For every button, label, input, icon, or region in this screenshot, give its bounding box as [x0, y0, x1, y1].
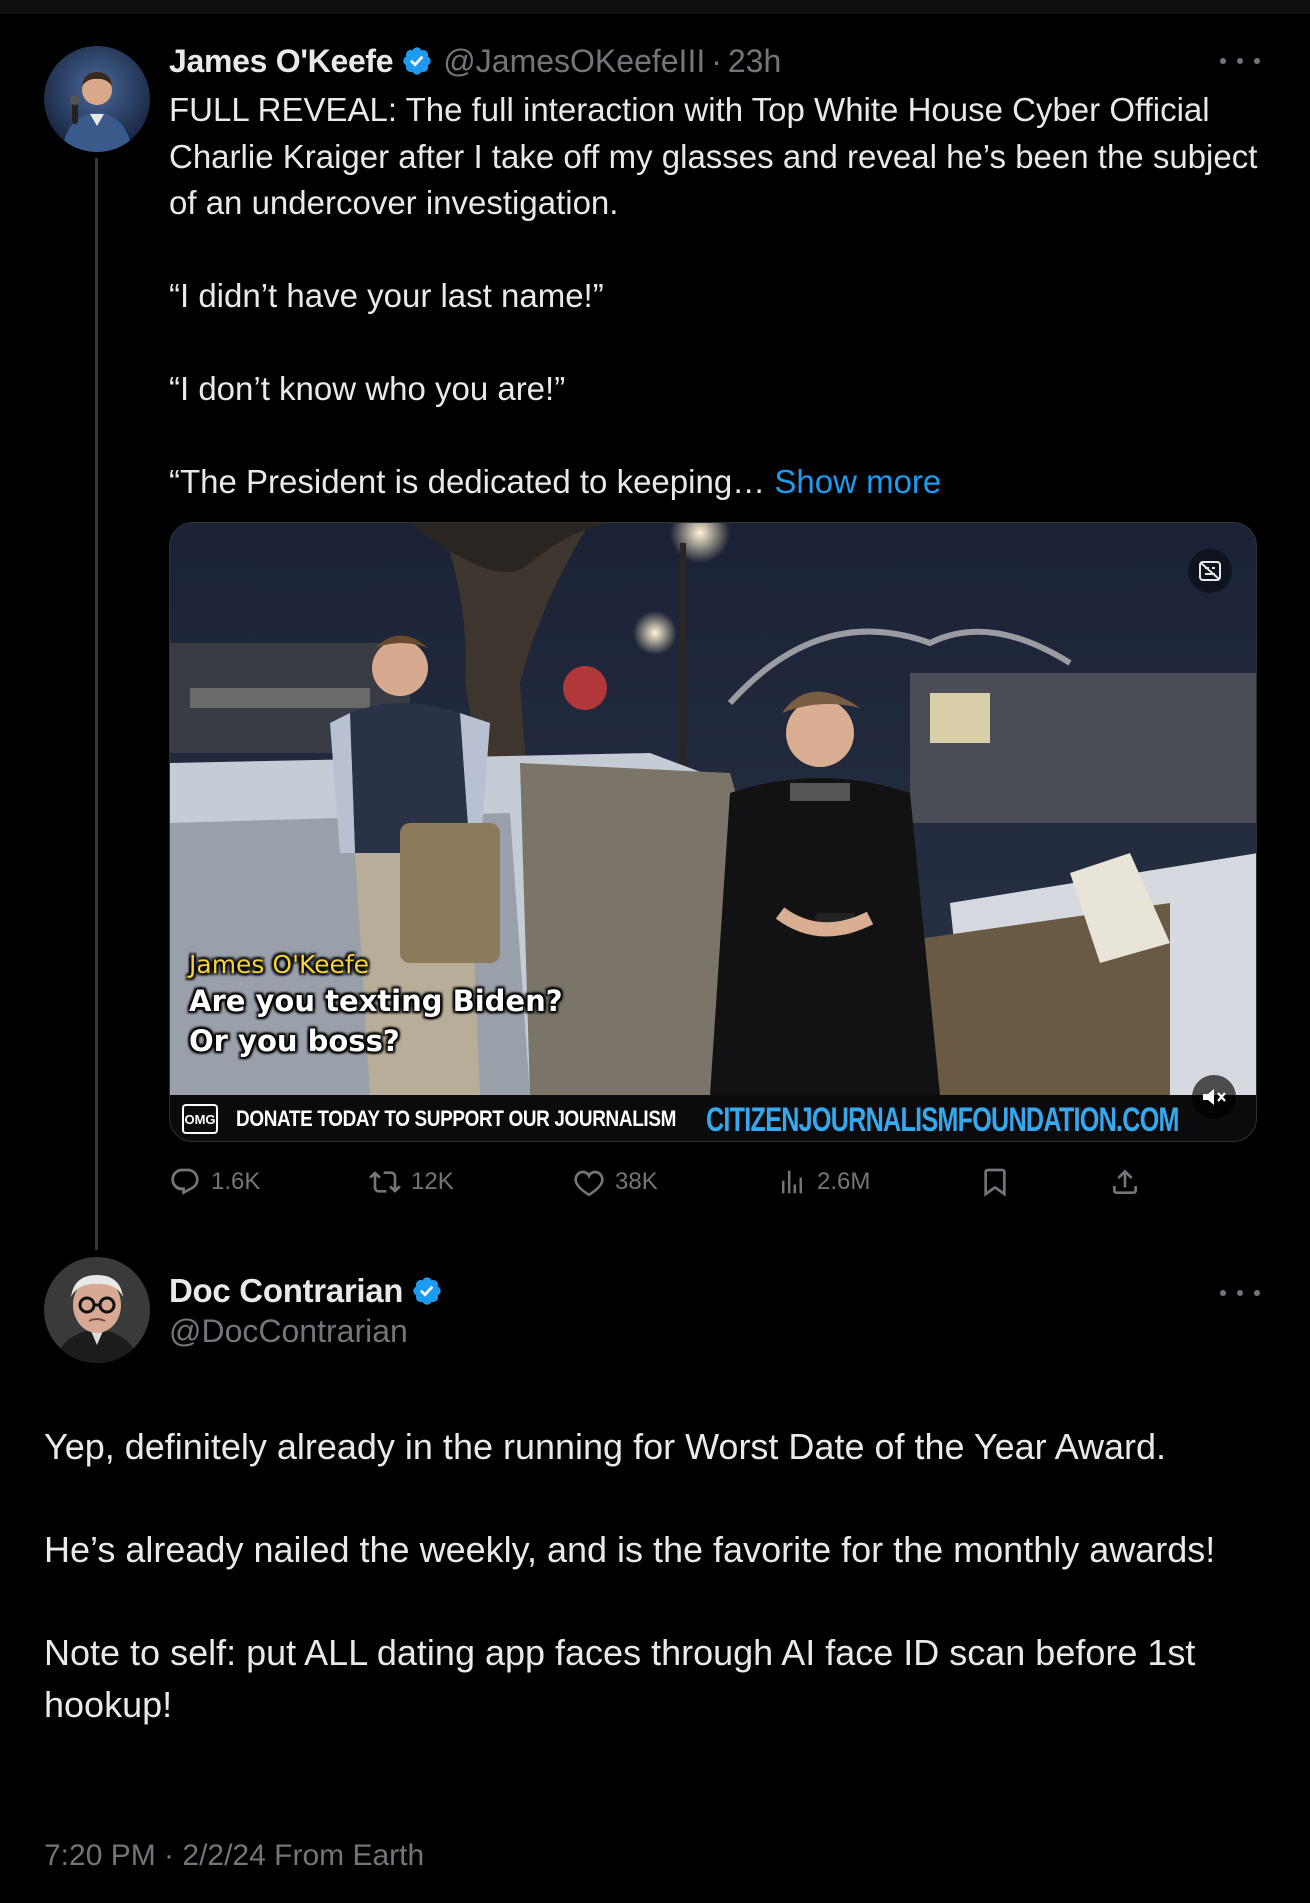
thread-connector-line	[95, 158, 98, 1250]
reply-button[interactable]: 1.6K	[169, 1162, 260, 1202]
page: James O'Keefe @JamesOKeefeIII · 23h FULL…	[0, 0, 1310, 1903]
avatar[interactable]	[44, 1257, 150, 1363]
verified-badge-icon	[411, 1275, 443, 1307]
tweet-text-paragraph: Yep, definitely already in the running f…	[44, 1426, 1167, 1467]
more-horizontal-icon[interactable]	[1220, 51, 1260, 71]
tweet-time[interactable]: 23h	[728, 43, 781, 80]
views-chart-icon	[777, 1166, 807, 1198]
tweet-text-paragraph: “I didn’t have your last name!”	[169, 277, 604, 314]
tweet-text-paragraph: “The President is dedicated to keeping… …	[169, 459, 1264, 506]
repost-icon	[369, 1166, 401, 1198]
video-banner: OMG DONATE TODAY TO SUPPORT OUR JOURNALI…	[170, 1095, 1256, 1141]
more-horizontal-icon[interactable]	[1220, 1283, 1260, 1303]
main-tweet-header: Doc Contrarian	[169, 1270, 443, 1312]
quoted-tweet-text: FULL REVEAL: The full interaction with T…	[169, 87, 1264, 506]
banner-donate-text: DONATE TODAY TO SUPPORT OUR JOURNALISM	[236, 1106, 677, 1131]
banner-site-text: CITIZENJOURNALISMFOUNDATION.COM	[706, 1101, 1180, 1139]
main-tweet-text: Yep, definitely already in the running f…	[44, 1421, 1274, 1730]
author-handle[interactable]: @DocContrarian	[169, 1313, 408, 1350]
avatar[interactable]	[44, 46, 150, 152]
quoted-tweet-header: James O'Keefe @JamesOKeefeIII · 23h	[169, 40, 781, 82]
verified-badge-icon	[401, 45, 433, 77]
tweet-text-paragraph: He’s already nailed the weekly, and is t…	[44, 1529, 1216, 1570]
tweet-text-paragraph: Note to self: put ALL dating app faces t…	[44, 1632, 1196, 1725]
reply-icon	[169, 1166, 201, 1198]
author-handle[interactable]: @JamesOKeefeIII	[443, 43, 705, 80]
repost-count: 12K	[411, 1168, 454, 1195]
caption-line: Or you boss?	[189, 1024, 400, 1058]
show-more-link[interactable]: Show more	[774, 463, 941, 500]
reply-count: 1.6K	[211, 1168, 261, 1195]
tweet-text-paragraph: FULL REVEAL: The full interaction with T…	[169, 91, 1258, 221]
mute-icon[interactable]	[1192, 1075, 1236, 1119]
author-name[interactable]: Doc Contrarian	[169, 1272, 403, 1310]
views-count: 2.6M	[817, 1168, 871, 1195]
banner-logo: OMG	[182, 1104, 218, 1134]
like-button[interactable]: 38K	[573, 1162, 658, 1202]
top-bar	[0, 0, 1310, 14]
bookmark-icon	[979, 1166, 1011, 1198]
tweet-timestamp[interactable]: 7:20 PM · 2/2/24 From Earth	[44, 1839, 424, 1873]
share-icon	[1109, 1166, 1141, 1198]
heart-icon	[573, 1166, 605, 1198]
author-name[interactable]: James O'Keefe	[169, 43, 394, 80]
bookmark-button[interactable]	[979, 1162, 1011, 1202]
caption-speaker: James O'Keefe	[189, 950, 370, 979]
video-player[interactable]: James O'Keefe Are you texting Biden? Or …	[169, 522, 1257, 1142]
separator-dot: ·	[711, 42, 722, 79]
tweet-text-paragraph: “I don’t know who you are!”	[169, 370, 566, 407]
like-count: 38K	[615, 1168, 658, 1195]
views-button[interactable]: 2.6M	[777, 1162, 870, 1202]
captions-icon[interactable]	[1188, 549, 1232, 593]
action-bar: 1.6K 12K 38K 2.6M	[169, 1162, 1169, 1202]
share-button[interactable]	[1109, 1162, 1141, 1202]
truncated-text: “The President is dedicated to keeping…	[169, 463, 766, 500]
repost-button[interactable]: 12K	[369, 1162, 454, 1202]
caption-line: Are you texting Biden?	[189, 984, 563, 1018]
video-caption: James O'Keefe Are you texting Biden? Or …	[189, 949, 563, 1061]
